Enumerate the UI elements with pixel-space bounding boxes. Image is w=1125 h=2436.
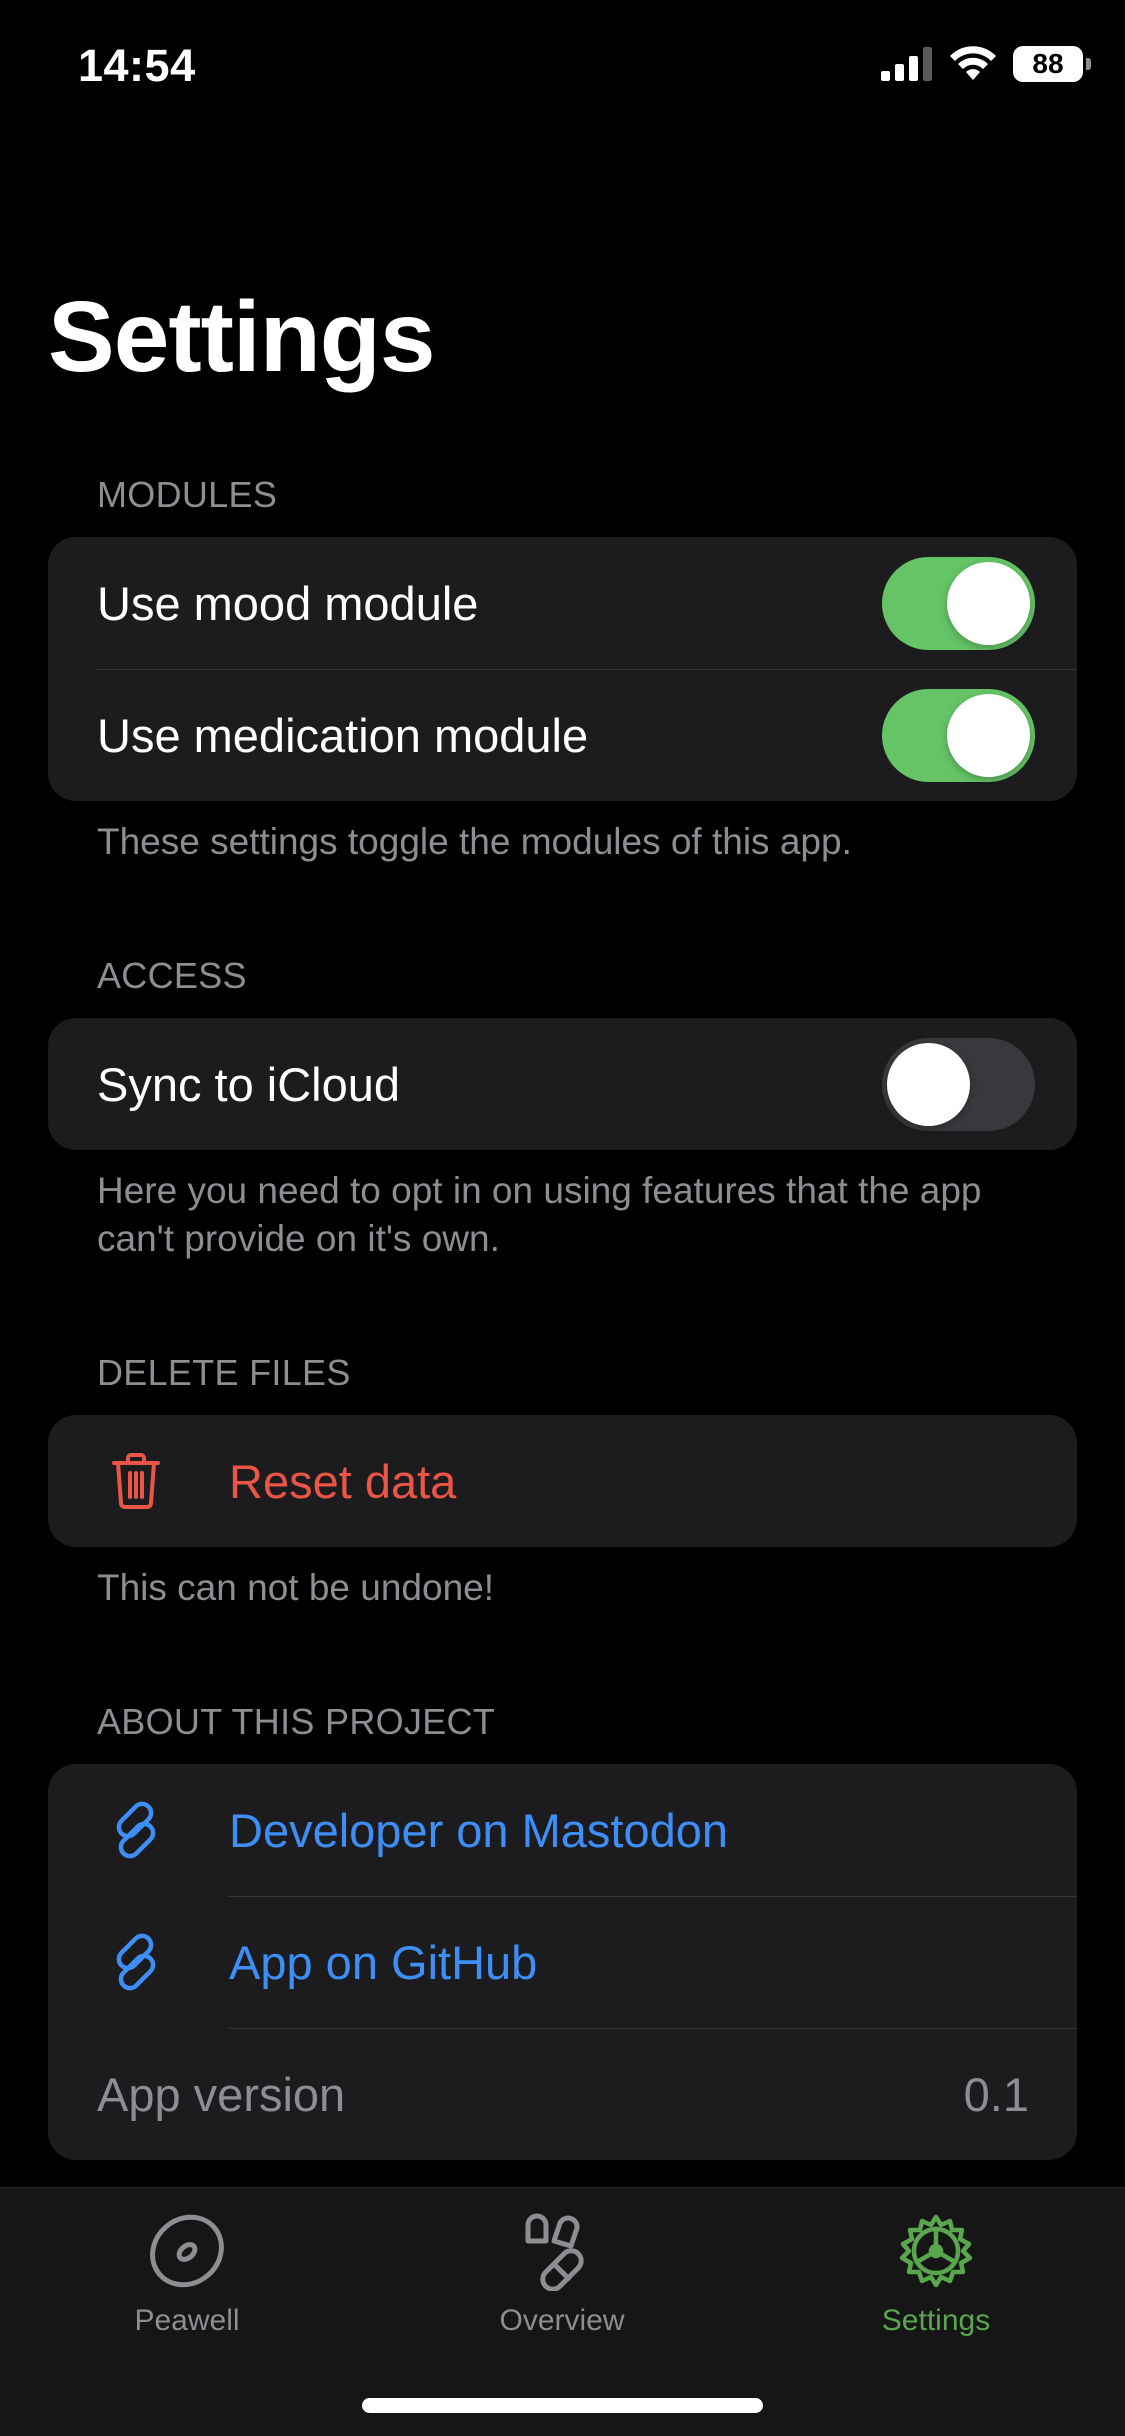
medication-module-toggle[interactable] — [882, 688, 1035, 782]
mastodon-link[interactable]: Developer on Mastodon — [48, 1764, 1077, 1896]
toggle-knob — [947, 693, 1030, 777]
tab-settings-label: Settings — [881, 2304, 991, 2337]
access-group: Sync to iCloud — [48, 1018, 1077, 1150]
section-footer-delete-files: This can not be undone! — [97, 1567, 495, 1608]
modules-group: Use mood module Use medication module — [48, 537, 1077, 801]
icloud-sync-toggle[interactable] — [882, 1037, 1035, 1131]
trash-icon — [106, 1451, 166, 1511]
section-header-modules: MODULES — [97, 474, 278, 515]
medication-module-label: Use medication module — [97, 708, 589, 762]
page-title: Settings — [48, 281, 435, 393]
tab-overview-label: Overview — [499, 2304, 625, 2337]
battery-icon: 88 — [1013, 46, 1091, 82]
section-header-access: ACCESS — [97, 955, 247, 996]
tab-settings[interactable]: Settings — [806, 2206, 1066, 2338]
status-bar: 14:54 88 — [0, 0, 1125, 140]
icloud-sync-row[interactable]: Sync to iCloud — [48, 1018, 1077, 1150]
app-version-label: App version — [97, 2067, 346, 2121]
section-footer-modules: These settings toggle the modules of thi… — [97, 821, 852, 862]
app-version-value: 0.1 — [963, 2067, 1029, 2121]
reset-data-label: Reset data — [229, 1454, 457, 1508]
tab-overview[interactable]: Overview — [432, 2206, 692, 2338]
mood-module-toggle[interactable] — [882, 556, 1035, 650]
mood-module-row[interactable]: Use mood module — [48, 537, 1077, 669]
home-indicator — [362, 2398, 763, 2413]
reset-data-button[interactable]: Reset data — [48, 1415, 1077, 1547]
gear-icon — [891, 2206, 981, 2296]
pea-icon — [142, 2206, 232, 2296]
cellular-signal-icon — [881, 47, 932, 81]
toggle-knob — [887, 1042, 970, 1126]
mood-module-label: Use mood module — [97, 576, 479, 630]
link-icon — [106, 1800, 166, 1860]
medication-module-row[interactable]: Use medication module — [48, 669, 1077, 801]
section-header-delete-files: DELETE FILES — [97, 1352, 351, 1393]
wifi-icon — [950, 46, 996, 80]
battery-level: 88 — [1032, 48, 1064, 79]
pills-icon — [517, 2206, 607, 2296]
tab-peawell[interactable]: Peawell — [57, 2206, 317, 2338]
section-footer-access: Here you need to opt in on using feature… — [97, 1170, 982, 1259]
mastodon-link-label: Developer on Mastodon — [229, 1803, 729, 1857]
github-link[interactable]: App on GitHub — [48, 1896, 1077, 2028]
tab-peawell-label: Peawell — [134, 2304, 240, 2337]
about-group: Developer on Mastodon App on GitHub App … — [48, 1764, 1077, 2160]
status-icons: 88 — [881, 46, 1091, 82]
link-icon — [106, 1932, 166, 1992]
status-time: 14:54 — [78, 40, 196, 91]
github-link-label: App on GitHub — [229, 1935, 538, 1989]
delete-files-group: Reset data — [48, 1415, 1077, 1547]
icloud-sync-label: Sync to iCloud — [97, 1057, 401, 1111]
app-version-row: App version 0.1 — [48, 2028, 1077, 2160]
toggle-knob — [947, 561, 1030, 645]
section-header-about: ABOUT THIS PROJECT — [97, 1701, 496, 1742]
